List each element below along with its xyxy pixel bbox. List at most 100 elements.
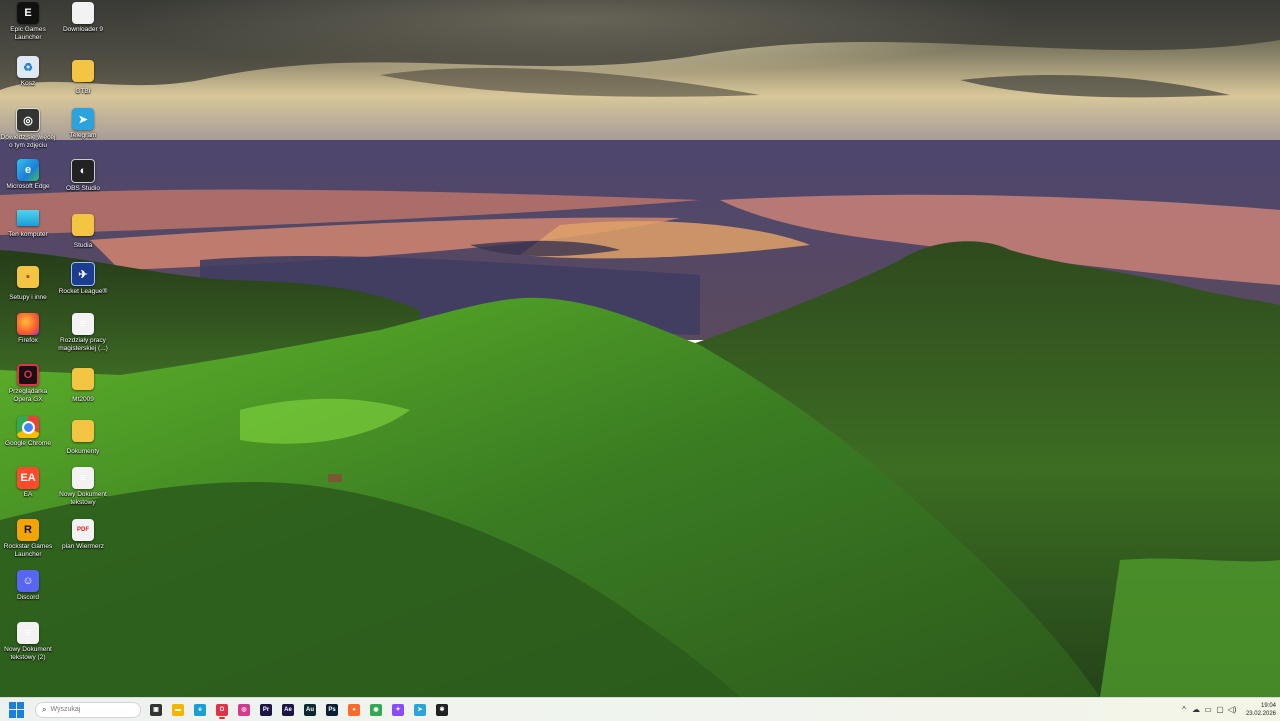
audition-icon: Au: [304, 703, 316, 716]
taskbar-app-opera-gx[interactable]: O: [211, 700, 233, 720]
desktop-icon-label: GTBI: [75, 88, 91, 95]
desktop-icon-rocket-league[interactable]: ✈ Rocket League®: [55, 262, 111, 312]
chrome-icon: [17, 416, 39, 438]
desktop-icon-label: Rockstar Games Launcher: [3, 543, 53, 558]
desktop-icon-label: Dokumenty: [66, 448, 100, 455]
taskbar-clock[interactable]: 19:04 23.02.2026: [1246, 702, 1276, 718]
search-icon: ⌕: [42, 704, 47, 714]
instagram-icon: ◎: [238, 703, 250, 716]
messenger-icon: ✦: [392, 703, 404, 716]
desktop-icon-this-pc[interactable]: Ten komputer: [0, 210, 56, 260]
taskbar-app-after-effects[interactable]: Ae: [277, 700, 299, 720]
desktop-icon-label: Google Chrome: [5, 440, 51, 447]
desktop-icon-recycle-bin[interactable]: ♻ Kosz: [0, 56, 56, 106]
taskbar-app-audition[interactable]: Au: [299, 700, 321, 720]
desktop-icon-discord[interactable]: ☺ Discord: [0, 570, 56, 620]
chevron-up-icon[interactable]: ^: [1178, 705, 1190, 714]
desktop-icon-label: Nowy Dokument tekstowy: [59, 491, 107, 506]
ea-icon: EA: [17, 467, 39, 489]
taskbar-app-premiere-pro[interactable]: Pr: [255, 700, 277, 720]
taskbar-app-edge[interactable]: e: [189, 700, 211, 720]
desktop-icon-downloader[interactable]: Downloader 9: [55, 2, 111, 52]
monitor-icon[interactable]: ▢: [1214, 705, 1226, 714]
taskbar-search-box[interactable]: ⌕ Wyszukaj: [35, 701, 141, 718]
desktop-wallpaper: [0, 0, 1280, 697]
desktop-icon-telegram[interactable]: ➤ Telegram: [55, 108, 111, 158]
pdf-icon: PDF: [72, 519, 94, 541]
desktop-icon-label: Rozdziały pracy magisterskiej (...): [58, 337, 108, 352]
desktop-icon-label: plan Wiermerz: [62, 543, 104, 550]
desktop-icon-new-text[interactable]: ≡ Nowy Dokument tekstowy: [55, 467, 111, 517]
folder-icon: [72, 420, 94, 442]
clock-date: 23.02.2026: [1245, 710, 1276, 717]
desktop-icon-grid: E Epic Games Launcher ♻ Kosz ◎ Dowiedz s…: [0, 0, 116, 697]
taskbar-app-firefox[interactable]: ●: [343, 700, 365, 720]
cloud-icon[interactable]: ☁: [1190, 705, 1202, 714]
text-file-icon: ≡: [72, 313, 94, 335]
start-button[interactable]: [9, 701, 25, 718]
desktop-icon-label: Przeglądarka Opera GX: [8, 388, 48, 403]
discord-icon: ☺: [17, 570, 39, 592]
desktop-icon-mt2009[interactable]: Mt2009: [55, 364, 111, 414]
firefox-icon: ●: [348, 703, 360, 716]
desktop-icon-epic-games[interactable]: E Epic Games Launcher: [0, 2, 56, 52]
desktop-icon-label: Setupy i inne: [9, 294, 47, 301]
desktop-icon-firefox[interactable]: Firefox: [0, 313, 56, 363]
taskbar-app-task-view[interactable]: ▣: [145, 700, 167, 720]
desktop-icon-studia[interactable]: Studia: [55, 210, 111, 260]
desktop-icon-setupy[interactable]: ▪ Setupy i inne: [0, 262, 56, 312]
taskbar-app-instagram[interactable]: ◎: [233, 700, 255, 720]
desktop-icon-new-text-2[interactable]: ≡ Nowy Dokument tekstowy (2): [0, 622, 56, 672]
taskbar-app-file-explorer[interactable]: ▬: [167, 700, 189, 720]
desktop-icon-label: Dowiedz się więcej o tym zdjęciu: [0, 134, 56, 149]
desktop-icon-label: Studia: [73, 242, 93, 249]
system-tray: ^ ☁ ▭ ▢ ◁) 19:04 23.02.2026: [1178, 698, 1276, 721]
edge-icon: e: [194, 703, 206, 716]
desktop-icon-label: Ten komputer: [8, 231, 48, 238]
folder-icon: ▬: [172, 703, 184, 716]
folder-icon: [72, 60, 94, 82]
desktop-icon-gtbi[interactable]: GTBI: [55, 56, 111, 106]
opera-gx-icon: O: [17, 364, 39, 386]
camera-icon: ◎: [16, 108, 40, 132]
desktop-icon-label: OBS Studio: [66, 185, 100, 192]
taskbar-app-messenger[interactable]: ✦: [387, 700, 409, 720]
desktop-icon-label: Mt2009: [72, 396, 94, 403]
app-icon: ✱: [436, 703, 448, 716]
taskbar-app-telegram[interactable]: ➤: [409, 700, 431, 720]
taskbar: ⌕ Wyszukaj ▣ ▬ e O ◎ Pr Ae Au Ps ● ◉ ✦ ➤ ✱ ^ ☁ ▭ ▢ ◁)…: [0, 697, 1280, 721]
desktop-icon-obs[interactable]: ◐ OBS Studio: [55, 159, 111, 209]
desktop-icon-chrome[interactable]: Google Chrome: [0, 416, 56, 466]
text-file-icon: ≡: [17, 622, 39, 644]
taskbar-app-app-unknown[interactable]: ✱: [431, 700, 453, 720]
desktop-icon-thesis-chapters[interactable]: ≡ Rozdziały pracy magisterskiej (...): [55, 313, 111, 363]
desktop-icon-learn-more[interactable]: ◎ Dowiedz się więcej o tym zdjęciu: [0, 108, 56, 158]
photoshop-icon: Ps: [326, 703, 338, 716]
taskbar-app-photoshop[interactable]: Ps: [321, 700, 343, 720]
desktop-icon-opera-gx[interactable]: O Przeglądarka Opera GX: [0, 364, 56, 414]
desktop-icon-label: Kosz: [20, 80, 36, 87]
text-file-icon: ≡: [72, 467, 94, 489]
desktop-icon-dokumenty[interactable]: Dokumenty: [55, 416, 111, 466]
desktop-icon-label: Nowy Dokument tekstowy (2): [4, 646, 52, 661]
volume-icon[interactable]: ◁): [1226, 705, 1238, 714]
obs-icon: ◐: [71, 159, 95, 183]
desktop-icon-edge[interactable]: e Microsoft Edge: [0, 159, 56, 209]
windows-logo-icon: [9, 701, 16, 709]
task-view-icon: ▣: [150, 703, 162, 716]
opera-gx-icon: O: [216, 703, 228, 716]
desktop-icon-rockstar[interactable]: R Rockstar Games Launcher: [0, 519, 56, 569]
desktop-icon-label: Epic Games Launcher: [10, 26, 46, 41]
folder-icon: ▪: [17, 266, 39, 288]
firefox-icon: [17, 313, 39, 335]
file-icon: [72, 2, 94, 24]
search-placeholder: Wyszukaj: [50, 706, 81, 713]
desktop-icon-plan-pdf[interactable]: PDF plan Wiermerz: [55, 519, 111, 569]
desktop-icon-label: Rocket League®: [58, 288, 108, 295]
premiere-icon: Pr: [260, 703, 272, 716]
telegram-icon: ➤: [414, 703, 426, 716]
taskbar-app-chrome[interactable]: ◉: [365, 700, 387, 720]
network-icon[interactable]: ▭: [1202, 705, 1214, 714]
desktop-icon-ea[interactable]: EA EA: [0, 467, 56, 517]
edge-icon: e: [17, 159, 39, 181]
